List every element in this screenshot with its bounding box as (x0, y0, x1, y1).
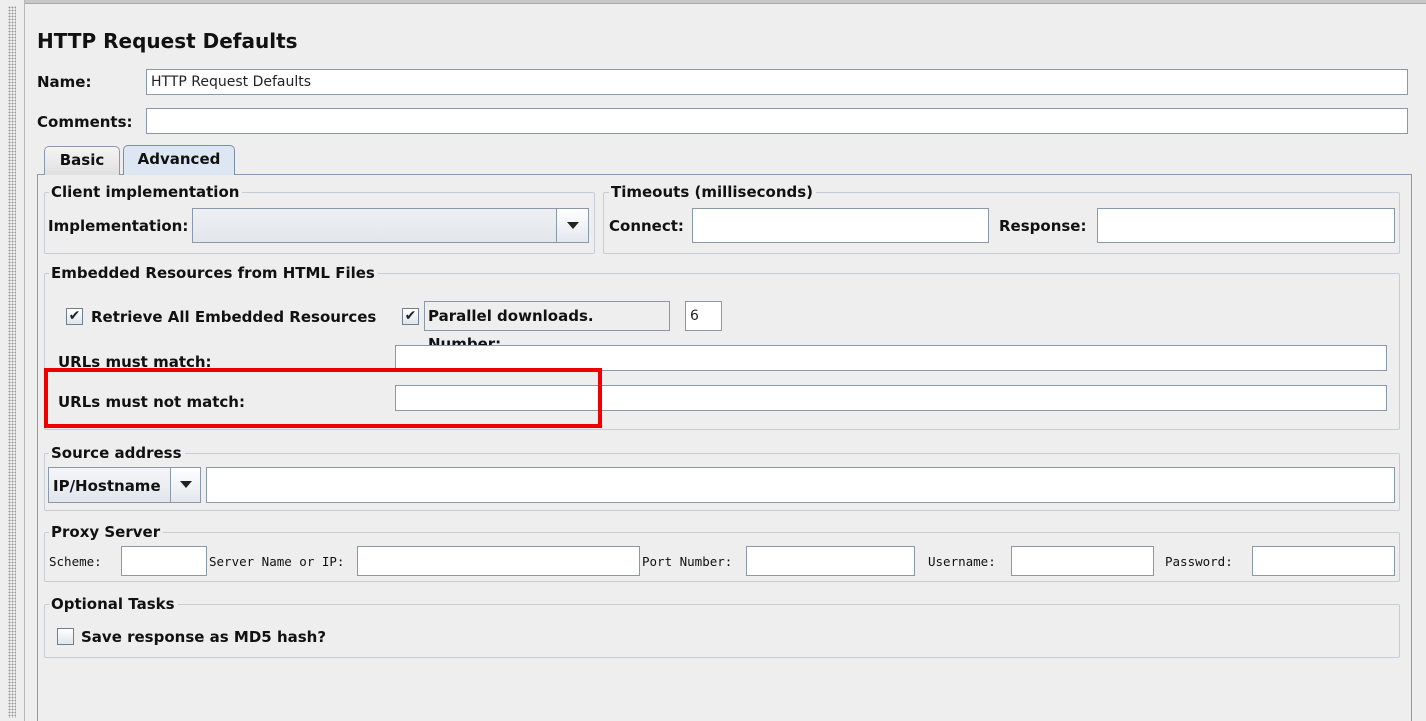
retrieve-embedded-label: Retrieve All Embedded Resources (91, 308, 377, 326)
name-input[interactable]: HTTP Request Defaults (146, 69, 1408, 95)
timeouts-legend: Timeouts (milliseconds) (609, 183, 817, 201)
checkmark-icon: ✔ (68, 308, 81, 324)
implementation-label: Implementation: (48, 217, 189, 235)
comments-input[interactable] (146, 108, 1408, 134)
response-label: Response: (999, 217, 1087, 235)
chevron-down-icon (567, 222, 579, 229)
parallel-downloads-number-input[interactable]: 6 (685, 301, 722, 331)
tab-basic[interactable]: Basic (44, 146, 120, 175)
client-implementation-legend: Client implementation (49, 183, 243, 201)
embedded-resources-legend: Embedded Resources from HTML Files (49, 264, 378, 282)
chevron-down-icon (180, 481, 192, 488)
optional-tasks-legend: Optional Tasks (49, 595, 178, 613)
proxy-password-label: Password: (1165, 554, 1233, 569)
md5-hash-label: Save response as MD5 hash? (81, 628, 327, 646)
proxy-scheme-input[interactable] (121, 546, 207, 576)
response-timeout-input[interactable] (1097, 208, 1395, 243)
proxy-server-label: Server Name or IP: (209, 554, 345, 569)
proxy-scheme-label: Scheme: (49, 554, 102, 569)
proxy-password-input[interactable] (1252, 546, 1395, 576)
proxy-port-label: Port Number: (642, 554, 733, 569)
name-label: Name: (37, 73, 92, 91)
proxy-username-input[interactable] (1011, 546, 1154, 576)
parallel-downloads-checkbox[interactable]: ✔ (402, 308, 419, 325)
source-address-input[interactable] (206, 467, 1395, 503)
proxy-username-label: Username: (928, 554, 996, 569)
source-type-select[interactable]: IP/Hostname (48, 467, 201, 503)
implementation-select[interactable] (192, 208, 589, 243)
proxy-server-legend: Proxy Server (49, 523, 164, 541)
page-title: HTTP Request Defaults (37, 29, 298, 53)
source-type-value: IP/Hostname (53, 477, 161, 495)
highlight-box (44, 368, 602, 428)
tree-splitter[interactable] (0, 0, 25, 721)
proxy-port-input[interactable] (746, 546, 915, 576)
checkmark-icon: ✔ (404, 308, 417, 324)
implementation-dropdown-button[interactable] (556, 209, 588, 242)
tab-advanced[interactable]: Advanced (123, 145, 235, 175)
connect-label: Connect: (609, 217, 684, 235)
source-address-legend: Source address (49, 444, 185, 462)
source-type-dropdown-button[interactable] (170, 468, 200, 502)
proxy-server-input[interactable] (357, 546, 640, 576)
md5-hash-checkbox[interactable] (57, 628, 74, 645)
comments-label: Comments: (37, 113, 133, 131)
connect-timeout-input[interactable] (692, 208, 989, 243)
retrieve-embedded-checkbox[interactable]: ✔ (66, 308, 83, 325)
parallel-downloads-label: Parallel downloads. Number: (424, 301, 670, 353)
